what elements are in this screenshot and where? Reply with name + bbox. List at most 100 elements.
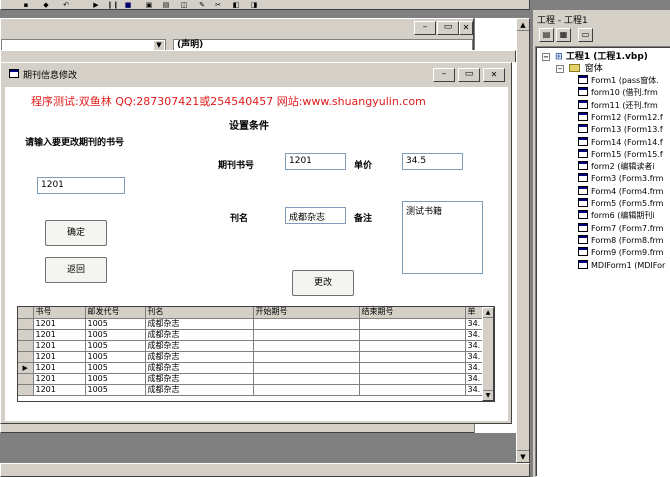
restore-button[interactable]: ▭ (458, 68, 480, 82)
grid-cell[interactable]: 34. (465, 362, 483, 374)
update-button[interactable]: 更改 (292, 270, 354, 296)
project-form-item[interactable]: form6 (编辑期刊i (578, 210, 655, 222)
table-row[interactable]: 1201 1005 成都杂志 34. (18, 329, 483, 341)
data-grid[interactable]: 书号 邮发代号 刊名 开始期号 结束期号单 1201 1005 成都杂志 34. 1201 100… (17, 306, 495, 402)
table-row[interactable]: 1201 1005 成都杂志 34. (18, 340, 483, 352)
grid-cell[interactable]: 34. (465, 318, 483, 330)
grid-cell[interactable]: 34. (465, 384, 483, 396)
project-form-item[interactable]: form2 (编辑读者i (578, 161, 655, 173)
pause-icon[interactable]: ❙❙ (107, 0, 119, 10)
grid-cell[interactable] (253, 318, 360, 330)
remark-input[interactable]: 测试书籍 (402, 201, 483, 274)
scroll-up-icon[interactable]: ▲ (483, 308, 493, 318)
price-input[interactable]: 34.5 (402, 153, 463, 170)
view-code-icon[interactable]: ▤ (539, 28, 554, 42)
project-form-item[interactable]: form10 (借刊.frm (578, 87, 658, 99)
project-form-item[interactable]: Form9 (Form9.frm (578, 247, 663, 259)
toolbar-icon[interactable]: ↶ (61, 0, 71, 10)
project-tree[interactable]: − ⊞ 工程1 (工程1.vbp) − 窗体 Form1 (pass窗体. for… (535, 46, 670, 477)
row-selector[interactable] (18, 373, 34, 385)
collapse-icon[interactable]: − (556, 65, 564, 73)
grid-cell[interactable]: 成都杂志 (145, 318, 254, 330)
forms-folder[interactable]: − 窗体 (556, 63, 603, 75)
grid-cell[interactable] (359, 362, 466, 374)
row-selector[interactable] (18, 351, 34, 363)
toolbar-icon[interactable]: ◆ (41, 0, 51, 10)
table-row[interactable]: ▶ 1201 1005 成都杂志 34. (18, 362, 483, 374)
project-form-item[interactable]: Form12 (Form12.f (578, 111, 663, 124)
grid-column-header[interactable]: 刊名 (145, 307, 254, 319)
book-id-input[interactable]: 1201 (37, 177, 125, 194)
scroll-up-icon[interactable]: ▲ (517, 19, 529, 31)
row-selector[interactable] (18, 384, 34, 396)
grid-cell[interactable]: 1005 (85, 329, 146, 341)
row-selector[interactable] (18, 340, 34, 352)
grid-cell[interactable] (253, 373, 360, 385)
project-form-item[interactable]: MDIForm1 (MDIFor (578, 259, 665, 272)
grid-cell[interactable] (253, 329, 360, 341)
toolbar-icon[interactable]: ✎ (197, 0, 207, 10)
grid-column-header[interactable]: 单 (465, 307, 483, 319)
grid-cell[interactable] (359, 340, 466, 352)
toolbar-icon[interactable]: ◧ (231, 0, 241, 10)
toggle-folders-icon[interactable]: ▭ (578, 28, 593, 42)
grid-cell[interactable]: 1005 (85, 384, 146, 396)
bottom-scrollbar[interactable] (0, 463, 530, 477)
grid-cell[interactable]: 1201 (33, 351, 86, 363)
grid-cell[interactable] (359, 351, 466, 363)
grid-cell[interactable]: 1201 (33, 329, 86, 341)
grid-cell[interactable]: 成都杂志 (145, 340, 254, 352)
grid-cell[interactable]: 1005 (85, 340, 146, 352)
grid-cell[interactable]: 1201 (33, 384, 86, 396)
table-row[interactable]: 1201 1005 成都杂志 34. (18, 384, 483, 396)
project-form-item[interactable]: Form13 (Form13.f (578, 124, 663, 136)
collapse-icon[interactable]: − (542, 53, 550, 61)
grid-cell[interactable]: 1201 (33, 373, 86, 385)
table-row[interactable]: 1201 1005 成都杂志 34. (18, 351, 483, 363)
grid-cell[interactable] (359, 373, 466, 385)
grid-column-header[interactable]: 邮发代号 (85, 307, 146, 319)
project-form-item[interactable]: Form1 (pass窗体. (578, 75, 659, 87)
toolbar-icon[interactable]: ◫ (179, 0, 189, 10)
table-row[interactable]: 1201 1005 成都杂志 34. (18, 373, 483, 385)
project-form-item[interactable]: Form4 (Form4.frm (578, 185, 663, 198)
grid-cell[interactable]: 1005 (85, 351, 146, 363)
grid-cell[interactable] (359, 318, 466, 330)
grid-cell[interactable]: 34. (465, 340, 483, 352)
toolbar-icon[interactable]: ▪ (21, 0, 31, 10)
vertical-scrollbar[interactable]: ▲ ▼ (516, 18, 530, 463)
code-restore-button[interactable]: ▭ (437, 21, 459, 35)
grid-cell[interactable]: 1005 (85, 318, 146, 330)
grid-column-header[interactable]: 结束期号 (359, 307, 466, 319)
project-root[interactable]: − ⊞ 工程1 (工程1.vbp) (542, 51, 648, 63)
project-form-item[interactable]: form11 (还刊.frm (578, 99, 658, 112)
toolbar-icon[interactable]: ✂ (213, 0, 223, 10)
confirm-button[interactable]: 确定 (45, 220, 107, 246)
grid-cell[interactable] (253, 340, 360, 352)
code-minimize-button[interactable]: – (414, 21, 436, 35)
scroll-down-icon[interactable]: ▼ (517, 450, 529, 462)
grid-cell[interactable]: 1005 (85, 373, 146, 385)
back-button[interactable]: 返回 (45, 257, 107, 283)
row-selector[interactable] (18, 318, 34, 330)
grid-cell[interactable] (359, 329, 466, 341)
scroll-down-icon[interactable]: ▼ (483, 390, 493, 400)
grid-cell[interactable]: 成都杂志 (145, 362, 254, 374)
minimize-button[interactable]: – (433, 68, 455, 82)
journal-name-input[interactable]: 成都杂志 (285, 207, 346, 224)
row-selector[interactable] (18, 329, 34, 341)
project-form-item[interactable]: Form14 (Form14.f (578, 136, 663, 149)
grid-cell[interactable] (253, 384, 360, 396)
toolbar-icon[interactable]: ◨ (249, 0, 259, 10)
grid-cell[interactable]: 34. (465, 351, 483, 363)
toolbar-icon[interactable]: ▣ (144, 0, 154, 10)
grid-cell[interactable]: 34. (465, 373, 483, 385)
grid-cell[interactable] (253, 351, 360, 363)
stop-icon[interactable]: ■ (123, 0, 133, 10)
form-titlebar[interactable]: 期刊信息修改 – ▭ ✕ (1, 63, 511, 85)
toolbar-icon[interactable]: ▤ (161, 0, 171, 10)
grid-vertical-scrollbar[interactable]: ▲ ▼ (482, 307, 494, 401)
grid-column-header[interactable]: 开始期号 (253, 307, 360, 319)
grid-cell[interactable] (253, 362, 360, 374)
grid-cell[interactable]: 成都杂志 (145, 329, 254, 341)
